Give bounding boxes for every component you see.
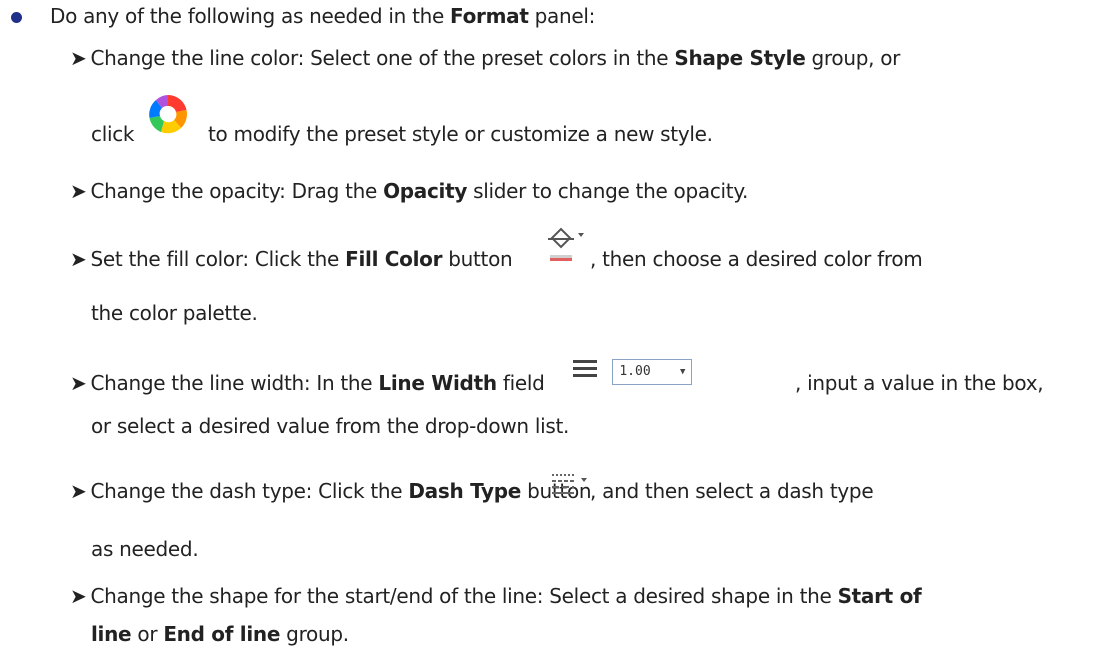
- dash-line-1-cont: , and then select a dash type: [590, 479, 874, 503]
- bullet-arrow-icon: ➤: [70, 479, 87, 503]
- opacity-line: ➤ Change the opacity: Drag the Opacity sl…: [70, 179, 748, 203]
- line-width-value: 1.00: [619, 363, 651, 379]
- text: group, or: [805, 46, 901, 70]
- text: click: [91, 122, 135, 146]
- bold-shape-style: Shape Style: [674, 46, 806, 70]
- text: field: [496, 371, 545, 395]
- text: panel:: [528, 4, 596, 28]
- color-wheel-icon[interactable]: [148, 94, 188, 139]
- text: Set the fill color: Click the: [90, 247, 346, 271]
- dropdown-arrow-icon[interactable]: ▼: [680, 360, 685, 384]
- bullet-arrow-icon: ➤: [70, 46, 87, 70]
- text: , then choose a desired color from: [590, 247, 923, 271]
- text: , and then select a dash type: [590, 479, 874, 503]
- bold-dash-type: Dash Type: [408, 479, 522, 503]
- text: , input a value in the box,: [795, 371, 1044, 395]
- text: Change the opacity: Drag the: [90, 179, 384, 203]
- text: or: [131, 622, 164, 646]
- dash-line-2: as needed.: [91, 537, 199, 561]
- text: as needed.: [91, 537, 199, 561]
- width-line-1: ➤ Change the line width: In the Line Widt…: [70, 371, 545, 395]
- width-line-1-cont: , input a value in the box,: [795, 371, 1044, 395]
- text: Change the line width: In the: [90, 371, 379, 395]
- bullet-arrow-icon: ➤: [70, 584, 87, 608]
- bold-line-width: Line Width: [378, 371, 497, 395]
- text: Change the dash type: Click the: [90, 479, 409, 503]
- text: to modify the preset style or customize …: [208, 122, 713, 146]
- color-line-2-cont: to modify the preset style or customize …: [208, 122, 713, 146]
- intro-line: Do any of the following as needed in the…: [50, 4, 595, 28]
- fill-line-1: ➤ Set the fill color: Click the Fill Colo…: [70, 247, 513, 271]
- line-width-input[interactable]: 1.00 ▼: [612, 358, 693, 385]
- text: or select a desired value from the drop-…: [91, 414, 570, 438]
- text: slider to change the opacity.: [467, 179, 749, 203]
- fill-color-icon[interactable]: [538, 222, 584, 273]
- bold-end-of-line: End of line: [163, 622, 281, 646]
- width-line-2: or select a desired value from the drop-…: [91, 414, 569, 438]
- text: group.: [280, 622, 349, 646]
- bold-opacity: Opacity: [383, 179, 468, 203]
- color-line-2: click: [91, 122, 135, 146]
- color-line-1: ➤ Change the line color: Select one of th…: [70, 46, 900, 70]
- fill-line-1-cont: , then choose a desired color from: [590, 247, 923, 271]
- bullet-arrow-icon: ➤: [70, 247, 87, 271]
- bullet-dot: [11, 12, 22, 23]
- text: Do any of the following as needed in the: [50, 4, 451, 28]
- text: Change the line color: Select one of the…: [90, 46, 675, 70]
- bold-start-of: Start of: [837, 584, 922, 608]
- end-line-1: ➤ Change the shape for the start/end of t…: [70, 584, 922, 608]
- line-width-field[interactable]: 1.00 ▼: [572, 358, 693, 385]
- bullet-arrow-icon: ➤: [70, 371, 87, 395]
- text: Change the shape for the start/end of th…: [90, 584, 838, 608]
- bold-format: Format: [450, 4, 529, 28]
- bullet-arrow-icon: ➤: [70, 179, 87, 203]
- dash-line-1: ➤ Change the dash type: Click the Dash Ty…: [70, 479, 592, 503]
- bold-line: line: [91, 622, 132, 646]
- line-width-icon: [572, 358, 598, 385]
- text: the color palette.: [91, 301, 258, 325]
- bold-fill-color: Fill Color: [345, 247, 443, 271]
- fill-line-2: the color palette.: [91, 301, 258, 325]
- dash-type-icon[interactable]: [550, 470, 590, 503]
- end-line-2: line or End of line group.: [91, 622, 349, 646]
- text: button: [442, 247, 513, 271]
